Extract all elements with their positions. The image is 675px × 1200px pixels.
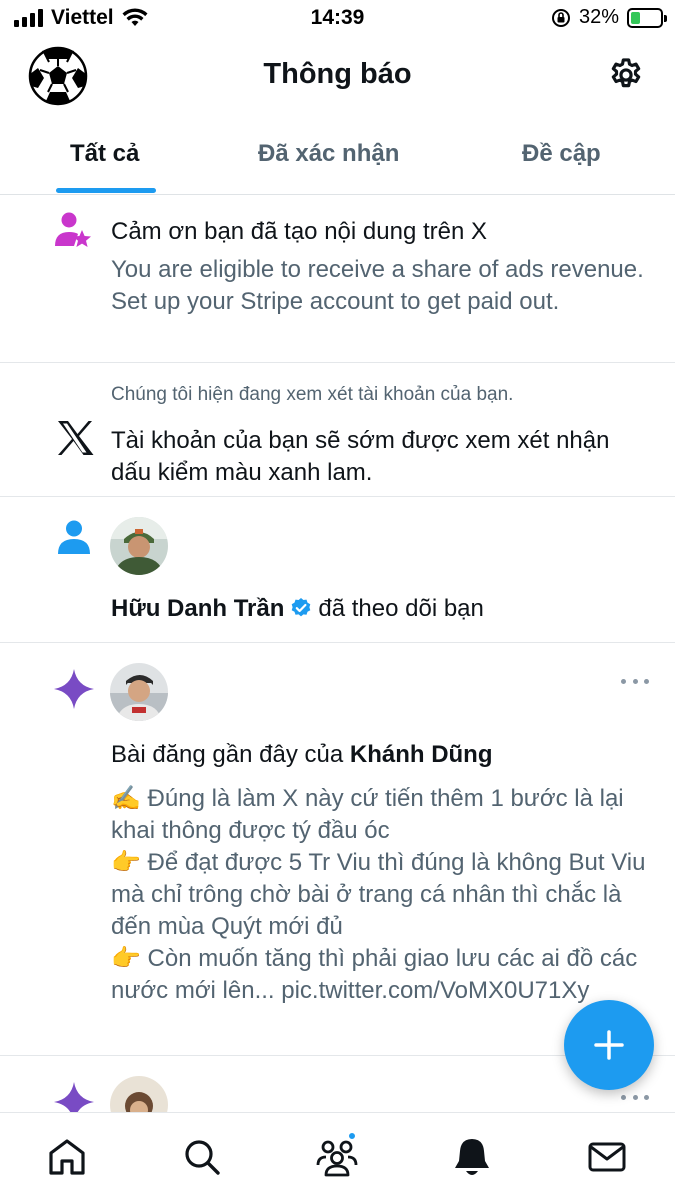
compose-button[interactable] xyxy=(564,1000,654,1090)
notification-body: You are eligible to receive a share of a… xyxy=(111,256,644,315)
battery-level-fill xyxy=(631,11,640,24)
notification-title: Cảm ơn bạn đã tạo nội dung trên X xyxy=(111,218,487,245)
follow-action-text: đã theo dõi bạn xyxy=(318,595,484,622)
bottom-navigation xyxy=(0,1112,675,1200)
active-tab-indicator xyxy=(56,188,156,193)
tab-all[interactable]: Tất cả xyxy=(70,140,139,168)
creator-star-icon xyxy=(52,210,92,255)
x-logo-icon xyxy=(56,420,94,461)
status-bar: Viettel 14:39 32% xyxy=(0,0,675,40)
person-icon xyxy=(56,519,92,560)
notifications-bell-icon[interactable] xyxy=(450,1135,494,1179)
communities-icon[interactable] xyxy=(315,1131,359,1179)
tab-verified[interactable]: Đã xác nhận xyxy=(258,140,399,168)
search-icon[interactable] xyxy=(180,1135,224,1179)
notification-revenue[interactable]: Cảm ơn bạn đã tạo nội dung trên X You ar… xyxy=(0,196,675,363)
post-line: ✍️ Đúng là làm X này cứ tiến thêm 1 bước… xyxy=(111,785,624,844)
notification-body: Tài khoản của bạn sẽ sớm được xem xét nh… xyxy=(111,427,610,486)
post-body: ✍️ Đúng là làm X này cứ tiến thêm 1 bước… xyxy=(111,783,651,1007)
orientation-lock-icon xyxy=(551,8,570,27)
more-options-icon[interactable] xyxy=(621,1092,649,1102)
messages-icon[interactable] xyxy=(585,1135,629,1179)
status-right: 32% xyxy=(551,6,667,29)
plus-icon xyxy=(594,1030,624,1060)
home-icon[interactable] xyxy=(45,1135,89,1179)
tab-mentions[interactable]: Đề cập xyxy=(522,140,601,168)
avatar[interactable] xyxy=(110,517,168,575)
sparkle-icon xyxy=(52,1080,96,1112)
page-title: Thông báo xyxy=(263,58,412,90)
battery-percent: 32% xyxy=(578,6,619,28)
notification-verification-content: Chúng tôi hiện đang xem xét tài khoản củ… xyxy=(111,379,651,489)
avatar[interactable] xyxy=(110,663,168,721)
app-header: Thông báo xyxy=(0,40,675,115)
notification-verification[interactable]: Chúng tôi hiện đang xem xét tài khoản củ… xyxy=(0,363,675,497)
notification-note: Chúng tôi hiện đang xem xét tài khoản củ… xyxy=(111,384,514,405)
verified-badge-icon xyxy=(290,596,312,618)
notification-recent-post[interactable]: Bài đăng gần đây của Khánh Dũng ✍️ Đúng … xyxy=(0,643,675,1056)
notification-follow[interactable]: Hữu Danh Trần đã theo dõi bạn xyxy=(0,497,675,643)
post-heading-prefix: Bài đăng gần đây của xyxy=(111,741,344,768)
notification-revenue-content: Cảm ơn bạn đã tạo nội dung trên X You ar… xyxy=(111,216,651,318)
notification-post-heading: Bài đăng gần đây của Khánh Dũng xyxy=(111,739,651,771)
avatar[interactable] xyxy=(110,1076,168,1112)
more-options-icon[interactable] xyxy=(621,676,649,686)
sparkle-icon xyxy=(52,667,96,716)
notification-tabs: Tất cả Đã xác nhận Đề cập xyxy=(0,118,675,195)
new-activity-dot xyxy=(347,1131,357,1141)
gear-icon[interactable] xyxy=(607,56,645,94)
notification-follow-content: Hữu Danh Trần đã theo dõi bạn xyxy=(111,593,651,625)
post-line: 👉 Để đạt được 5 Tr Viu thì đúng là không… xyxy=(111,849,646,940)
follower-name[interactable]: Hữu Danh Trần xyxy=(111,595,284,622)
post-author[interactable]: Khánh Dũng xyxy=(350,741,493,768)
battery-icon xyxy=(627,7,667,28)
post-line: 👉 Còn muốn tăng thì phải giao lưu các ai… xyxy=(111,945,638,1004)
